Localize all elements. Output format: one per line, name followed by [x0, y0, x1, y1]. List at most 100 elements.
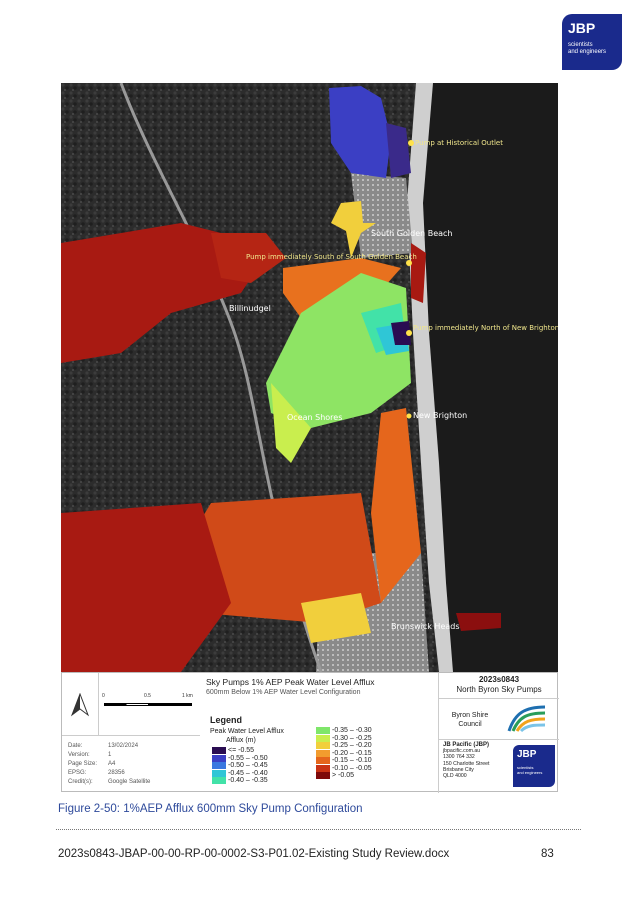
- legend-label: -0.20 – -0.15: [332, 749, 372, 757]
- legend-item: -0.40 – -0.35: [212, 777, 268, 784]
- legend-swatch: [212, 769, 226, 777]
- council-line-2: Council: [458, 721, 482, 728]
- label-brunswick-heads: Brunswick Heads: [391, 622, 460, 631]
- meta-value: 13/02/2024: [108, 743, 139, 749]
- meta-key: Page Size:: [68, 761, 98, 767]
- legend-item: -0.55 – -0.50: [212, 754, 268, 762]
- jbp-logo-small: JBP scientists and engineers: [513, 745, 555, 787]
- legend-label: -0.30 – -0.25: [332, 734, 372, 742]
- pump-south-sgb-label: Pump immediately South of South Golden B…: [246, 253, 417, 261]
- legend-label: > -0.05: [332, 772, 354, 779]
- legend-swatch: [212, 754, 226, 762]
- afflux-red-river: [456, 613, 501, 631]
- legend-swatch: [316, 727, 330, 734]
- legend-swatch: [316, 757, 330, 764]
- label-ocean-shores: Ocean Shores: [287, 413, 342, 422]
- pump-marker-north-nb: [406, 330, 412, 336]
- meta-key: Date:: [68, 743, 83, 749]
- legend-label: -0.40 – -0.35: [228, 777, 268, 784]
- legend-item: -0.10 – -0.05: [316, 764, 372, 772]
- footer-divider: [56, 829, 581, 830]
- scale-tick-1km: 1 km: [182, 693, 193, 699]
- label-new-brighton: New Brighton: [413, 411, 467, 420]
- meta-key: Version:: [68, 752, 90, 758]
- jbp-logo-small-text: JBP: [517, 749, 537, 760]
- afflux-map: Pump at Historical Outlet South Golden B…: [61, 83, 558, 672]
- meta-value: 1: [108, 752, 112, 758]
- label-billinudgel: Billinudgel: [229, 304, 271, 313]
- meta-value: 28356: [108, 770, 125, 776]
- legend-label: -0.15 – -0.10: [332, 757, 372, 764]
- meta-value: A4: [108, 761, 116, 767]
- legend-swatch: [316, 764, 330, 772]
- jbp-logo-small-tagline: scientists and engineers: [517, 765, 542, 775]
- project-number: 2023s0843: [478, 675, 520, 684]
- map-svg: Pump at Historical Outlet South Golden B…: [61, 83, 558, 672]
- jbp-state: QLD 4000: [443, 773, 467, 780]
- map-title-block: Sky Pumps 1% AEP Peak Water Level Afflux…: [206, 677, 436, 696]
- north-arrow-icon: [70, 693, 90, 717]
- scale-tick-05: 0.5: [144, 693, 151, 699]
- scale-bar-cell: 0 0.5 1 km: [98, 673, 200, 736]
- map-info-panel: 0 0.5 1 km Date: 13/02/2024 Version: 1 Pag…: [61, 672, 559, 793]
- legend-label: -0.55 – -0.50: [228, 754, 268, 762]
- scale-bar: [104, 703, 192, 706]
- legend-item: -0.50 – -0.45: [212, 762, 268, 769]
- legend-title: Legend: [210, 715, 243, 725]
- council-line-1: Byron Shire: [451, 712, 489, 719]
- legend-unit: Afflux (m): [226, 737, 256, 744]
- new-brighton-marker: [406, 413, 412, 419]
- legend-item: > -0.05: [316, 772, 354, 779]
- legend-label: -0.50 – -0.45: [228, 762, 268, 769]
- figure-caption: Figure 2-50: 1%AEP Afflux 600mm Sky Pump…: [58, 803, 363, 815]
- footer-page-number: 83: [541, 848, 554, 860]
- map-title: Sky Pumps 1% AEP Peak Water Level Afflux: [206, 677, 375, 687]
- council-name: Byron Shire Council: [445, 711, 495, 729]
- legend-swatch: [212, 777, 226, 784]
- legend-swatch: [316, 742, 330, 749]
- jbp-street: 150 Charlotte Street: [443, 760, 490, 767]
- meta-value: Google Satellite: [108, 779, 151, 785]
- jbp-tagline-1: scientists: [568, 42, 593, 48]
- legend-label: -0.25 – -0.20: [332, 742, 372, 749]
- legend-item: <= -0.55: [212, 747, 254, 754]
- legend-swatch: [212, 747, 226, 754]
- jbp-logo: JBP scientists and engineers: [562, 14, 622, 70]
- project-name: North Byron Sky Pumps: [456, 685, 542, 694]
- legend-swatch: [212, 762, 226, 769]
- label-south-golden-beach: South Golden Beach: [371, 229, 453, 238]
- legend-item: -0.15 – -0.10: [316, 757, 372, 764]
- pump-north-nb-label: Pump immediately North of New Brighton: [413, 324, 558, 332]
- pump-marker-historical: [408, 140, 414, 146]
- jbp-tagline-2: and engineers: [568, 49, 607, 55]
- council-block: Byron Shire Council: [439, 698, 559, 740]
- jbp-small-tagline-2: and engineers: [517, 770, 543, 775]
- legend-swatch: [316, 772, 330, 779]
- footer-document-name: 2023s0843-JBAP-00-00-RP-00-0002-S3-P01.0…: [58, 848, 450, 860]
- north-arrow-cell: [62, 673, 99, 736]
- legend-item: -0.30 – -0.25: [316, 734, 372, 742]
- legend-item: -0.35 – -0.30: [316, 727, 372, 734]
- legend-label: -0.45 – -0.40: [228, 769, 268, 777]
- jbp-logo-text: JBP: [568, 20, 596, 36]
- legend-label: -0.35 – -0.30: [332, 727, 372, 734]
- map-metadata: Date: 13/02/2024 Version: 1 Page Size: A4 E…: [62, 735, 200, 793]
- jbp-logo-tagline: scientists and engineers: [568, 42, 606, 56]
- legend-swatch: [316, 734, 330, 742]
- scale-tick-0: 0: [102, 693, 105, 699]
- council-logo-icon: [507, 705, 546, 733]
- legend-label: -0.10 – -0.05: [332, 764, 372, 772]
- jbp-contact: JB Pacific (JBP) jbpacific.com.au 1300 7…: [443, 742, 489, 779]
- pump-historical-label: Pump at Historical Outlet: [415, 139, 503, 147]
- map-subtitle: 600mm Below 1% AEP Water Level Configura…: [206, 689, 361, 696]
- meta-key: EPSG:: [68, 770, 87, 776]
- legend-item: -0.25 – -0.20: [316, 742, 372, 749]
- meta-key: Credit(s):: [68, 779, 93, 785]
- legend-item: -0.45 – -0.40: [212, 769, 268, 777]
- project-info-block: 2023s0843 North Byron Sky Pumps Byron Sh…: [438, 673, 559, 793]
- legend-swatch: [316, 749, 330, 757]
- legend-item: -0.20 – -0.15: [316, 749, 372, 757]
- legend-layer-name: Peak Water Level Afflux: [210, 728, 284, 735]
- legend-label: <= -0.55: [228, 747, 255, 754]
- legend: Legend Peak Water Level Afflux Afflux (m…: [206, 713, 436, 791]
